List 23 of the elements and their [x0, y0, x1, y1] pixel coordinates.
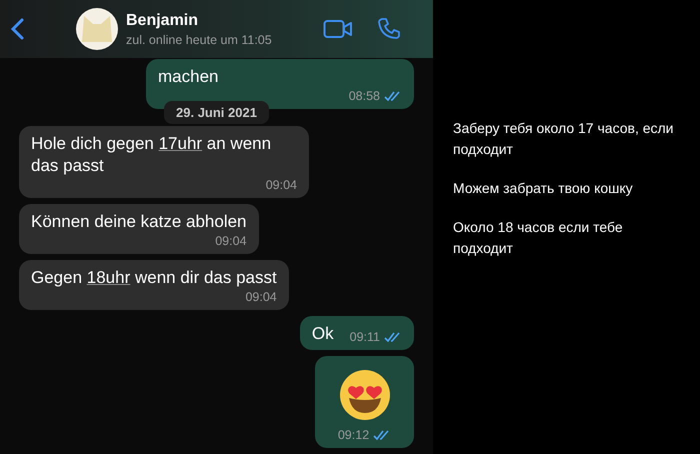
time-link[interactable]: 18uhr	[86, 268, 130, 287]
message-text: machen	[158, 66, 220, 88]
back-button[interactable]	[8, 16, 26, 42]
message-time: 09:04	[266, 177, 297, 193]
video-call-button[interactable]	[321, 17, 355, 41]
translation-text: Около 18 часов если тебе подходит	[453, 218, 624, 258]
heart-eyes-emoji-icon	[338, 369, 390, 421]
contact-name: Benjamin	[126, 12, 200, 30]
message-text: Hole dich gegen 17uhr an wenn das passt	[31, 133, 272, 177]
message-time: 09:04	[245, 289, 277, 305]
message-time: 08:58	[348, 88, 380, 104]
message-time: 09:04	[215, 233, 247, 249]
message-text: Ok	[312, 323, 334, 345]
message-time: 09:11	[350, 329, 380, 345]
date-label: 29. Juni 2021	[164, 101, 269, 124]
time-link[interactable]: 17uhr	[158, 134, 202, 153]
message-time: 09:12	[338, 427, 370, 443]
last-seen-status: zul. online heute um 11:05	[126, 32, 273, 46]
message-text: Gegen 18uhr wenn dir das passt	[31, 267, 277, 289]
translation-text: Можем забрать твою кошку	[453, 179, 634, 198]
avatar[interactable]	[76, 8, 118, 50]
translation-text: Заберу тебя около 17 часов, если подходит	[453, 119, 674, 159]
message-text: Können deine katze abholen	[31, 211, 247, 233]
